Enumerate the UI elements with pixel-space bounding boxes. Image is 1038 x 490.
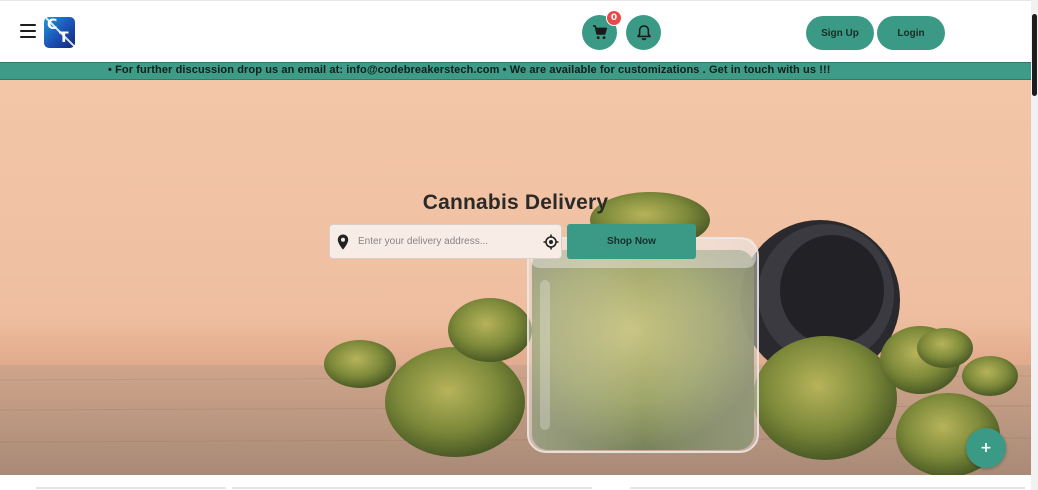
delivery-address-input[interactable] <box>358 225 534 258</box>
login-button[interactable]: Login <box>877 16 945 50</box>
notifications-button[interactable] <box>626 15 661 50</box>
delivery-address-search <box>329 224 562 259</box>
bottom-strip <box>0 475 1031 490</box>
locate-icon[interactable] <box>543 234 559 250</box>
map-pin-icon <box>337 234 349 250</box>
page-scrollbar[interactable] <box>1031 0 1038 490</box>
menu-icon[interactable] <box>20 24 36 38</box>
plus-icon[interactable]: + <box>966 428 1006 468</box>
brand-logo[interactable]: C T <box>44 17 75 48</box>
top-header: C T 0 Sign Up Login <box>0 0 1031 62</box>
hero-title: Cannabis Delivery <box>422 191 609 214</box>
cart-icon <box>592 25 607 39</box>
logo-letter-c: C <box>47 17 58 33</box>
signup-button[interactable]: Sign Up <box>806 16 874 50</box>
bell-icon <box>636 25 651 41</box>
announcement-text: • For further discussion drop us an emai… <box>108 64 831 76</box>
announcement-banner: • For further discussion drop us an emai… <box>0 62 1031 80</box>
logo-letter-t: T <box>59 30 69 46</box>
shop-now-button[interactable]: Shop Now <box>567 224 696 259</box>
scrollbar-thumb[interactable] <box>1032 14 1037 96</box>
cart-count-badge: 0 <box>606 10 622 26</box>
hero-background-image <box>0 192 1031 475</box>
hero-section: Cannabis Delivery Shop Now <box>0 80 1031 475</box>
